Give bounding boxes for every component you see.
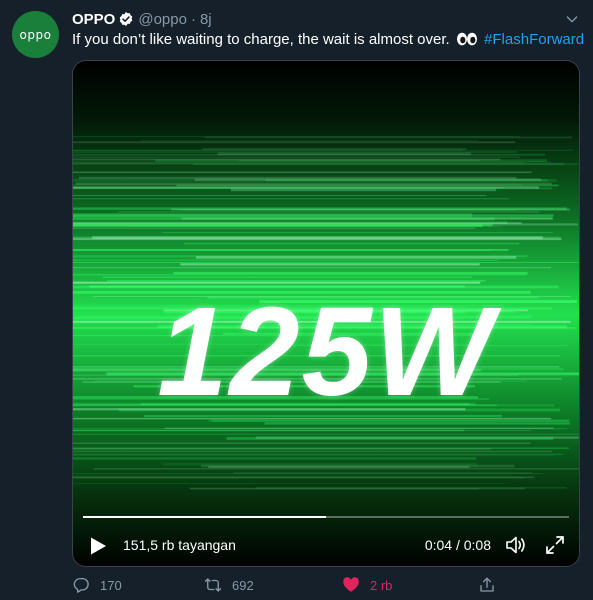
view-count: 151,5 rb tayangan (123, 537, 236, 553)
light-streak (73, 450, 552, 453)
light-streak (239, 160, 480, 162)
video-player[interactable]: 125W 151,5 rb tayangan 0:04 / 0:08 (72, 60, 580, 567)
light-streak (92, 236, 543, 240)
light-streak (73, 262, 579, 263)
share-button[interactable] (478, 576, 506, 594)
reply-icon (73, 577, 89, 593)
eyes-emoji-icon (456, 32, 478, 46)
light-streak (73, 158, 501, 161)
light-streak (73, 179, 557, 182)
video-timecode: 0:04 / 0:08 (424, 537, 491, 553)
light-streak (264, 422, 571, 425)
light-streak (73, 476, 524, 479)
light-streak (181, 217, 553, 220)
video-controls: 151,5 rb tayangan 0:04 / 0:08 (73, 529, 579, 561)
light-streak (173, 271, 528, 275)
chevron-down-icon[interactable] (563, 10, 581, 28)
avatar[interactable]: oppo (12, 11, 59, 58)
light-streak (141, 139, 478, 142)
light-streak (189, 488, 480, 490)
fullscreen-icon[interactable] (545, 535, 565, 555)
light-streak (73, 274, 527, 276)
light-streak (73, 227, 476, 229)
tweet[interactable]: oppo OPPO @oppo · 8j If you don’t like w… (0, 0, 593, 600)
share-icon (480, 577, 494, 592)
light-streak (73, 151, 518, 153)
tweet-timestamp[interactable]: 8j (200, 11, 212, 28)
light-streak (73, 457, 477, 460)
light-streak (73, 195, 486, 196)
light-streak (73, 483, 505, 484)
tweet-text: If you don’t like waiting to charge, the… (72, 31, 584, 48)
light-streak (73, 224, 483, 227)
light-streak (180, 209, 516, 211)
author-name[interactable]: OPPO (72, 11, 115, 28)
like-count: 2 rb (370, 577, 393, 593)
retweet-button[interactable]: 692 (204, 576, 254, 594)
reply-count: 170 (100, 577, 122, 593)
light-streak (102, 276, 472, 279)
like-button[interactable]: 2 rb (342, 576, 392, 594)
light-streak (183, 242, 520, 245)
retweet-icon (204, 578, 222, 592)
light-streak (164, 427, 554, 429)
light-streak (73, 161, 551, 163)
video-overlay-text: 125W (157, 281, 495, 422)
light-streak (208, 465, 470, 468)
light-streak (73, 141, 516, 144)
light-streak (73, 259, 499, 261)
light-streak (73, 429, 531, 431)
hashtag-link[interactable]: #FlashForward (484, 31, 584, 48)
light-streak (73, 214, 554, 217)
tweet-actions: 170 692 2 rb (72, 576, 512, 598)
light-streak (217, 152, 472, 156)
light-streak (73, 156, 520, 158)
light-streak (73, 249, 509, 251)
tweet-header: OPPO @oppo · 8j (72, 9, 212, 29)
light-streak (226, 437, 554, 440)
light-streak (73, 475, 511, 476)
play-icon[interactable] (89, 537, 107, 555)
light-streak (73, 187, 504, 189)
light-streak (73, 198, 509, 200)
light-streak (73, 448, 491, 451)
video-progress-bar[interactable] (83, 516, 569, 518)
light-streak (204, 136, 573, 139)
reply-button[interactable]: 170 (72, 576, 122, 594)
author-handle[interactable]: @oppo (138, 11, 187, 28)
light-streak (180, 263, 480, 266)
light-streak (73, 149, 463, 152)
volume-icon[interactable] (505, 535, 527, 555)
light-streak (193, 163, 578, 166)
light-streak (73, 267, 551, 269)
avatar-logo-text: oppo (19, 27, 52, 42)
light-streak (93, 468, 579, 470)
light-streak (73, 442, 531, 444)
light-streak (73, 473, 544, 474)
light-streak (73, 433, 579, 435)
video-progress-fill (83, 516, 326, 518)
retweet-count: 692 (232, 577, 254, 593)
light-streak (202, 148, 467, 150)
header-separator: · (190, 10, 196, 28)
light-streak (73, 255, 528, 258)
light-streak (163, 463, 478, 466)
tweet-body: If you don’t like waiting to charge, the… (72, 31, 450, 48)
light-streak (73, 455, 555, 456)
light-streak (73, 453, 563, 455)
verified-badge-icon (118, 11, 134, 27)
light-streak (73, 213, 473, 215)
light-streak (162, 232, 554, 234)
heart-icon (343, 577, 359, 592)
light-streak (73, 171, 532, 173)
light-streak (75, 182, 552, 185)
light-streak (176, 184, 559, 187)
light-streak (117, 211, 539, 213)
